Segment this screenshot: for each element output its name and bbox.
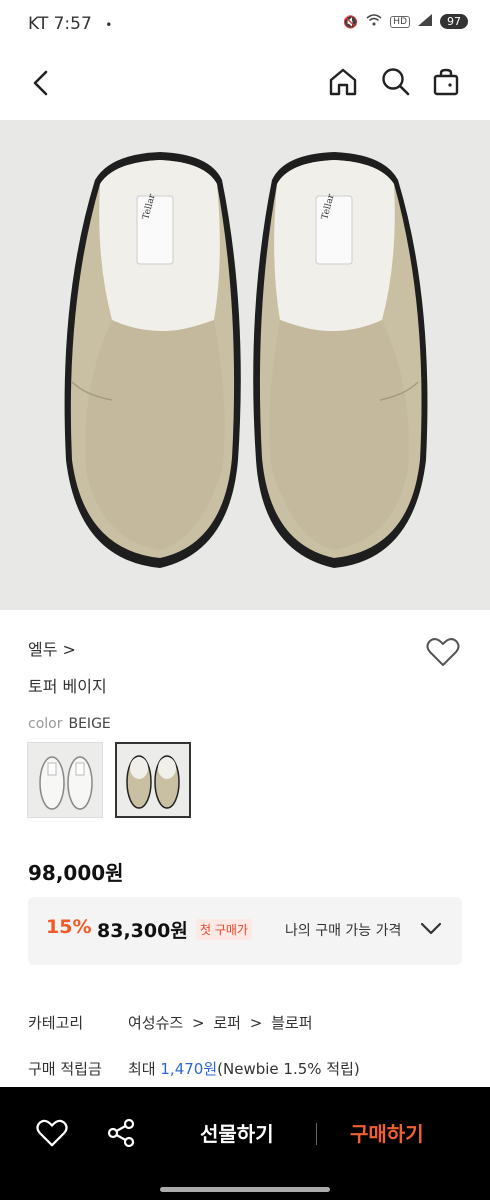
signal-icon xyxy=(418,14,432,29)
category-label: 카테고리 xyxy=(28,1014,84,1032)
discount-rate: 15% xyxy=(46,916,92,938)
product-image[interactable]: Tellar Tellar xyxy=(0,120,490,610)
right-shoe: Tellar xyxy=(253,152,428,568)
search-icon[interactable] xyxy=(380,66,412,102)
home-icon[interactable] xyxy=(327,66,359,102)
category-breadcrumb: 여성슈즈 > 로퍼 > 블로퍼 xyxy=(128,1012,313,1033)
status-bar: KT 7:57 • 🔇 HD 97 xyxy=(0,0,490,52)
system-home-indicator[interactable] xyxy=(160,1187,330,1192)
status-icons: 🔇 HD 97 xyxy=(343,14,468,29)
buy-button[interactable]: 구매하기 xyxy=(350,1118,424,1147)
share-icon[interactable] xyxy=(106,1118,136,1152)
left-shoe: Tellar xyxy=(64,152,241,568)
color-option-label: color BEIGE xyxy=(28,716,111,732)
divider xyxy=(316,1123,317,1145)
category-item[interactable]: 블로퍼 xyxy=(271,1014,312,1032)
selected-color: BEIGE xyxy=(68,716,111,732)
wishlist-heart-icon[interactable] xyxy=(426,636,460,672)
discount-price: 83,300원 xyxy=(97,920,188,942)
hd-badge: HD xyxy=(390,15,410,28)
brand-link[interactable]: 엘두 > xyxy=(28,636,76,660)
category-item[interactable]: 로퍼 xyxy=(213,1014,241,1032)
chevron-down-icon[interactable] xyxy=(420,921,442,941)
shopping-bag-icon[interactable] xyxy=(430,66,462,102)
bottom-action-bar: 선물하기 구매하기 xyxy=(0,1087,490,1200)
shoes-illustration: Tellar Tellar xyxy=(64,152,428,568)
heart-icon[interactable] xyxy=(36,1118,68,1152)
chevron-right-icon: > xyxy=(191,1014,205,1032)
my-price-label: 나의 구매 가능 가격 xyxy=(285,923,402,939)
color-swatch-beige[interactable] xyxy=(115,742,191,818)
points-amount: 1,470원 xyxy=(160,1060,218,1078)
discount-price-box[interactable]: 15% 83,300원 첫 구매가 나의 구매 가능 가격 xyxy=(28,897,462,965)
back-arrow-icon[interactable] xyxy=(26,68,56,102)
mute-icon: 🔇 xyxy=(343,14,359,29)
gift-button[interactable]: 선물하기 xyxy=(200,1118,274,1147)
color-swatch-white[interactable] xyxy=(27,742,103,818)
original-price: 98,000원 xyxy=(28,861,124,885)
first-purchase-badge: 첫 구매가 xyxy=(196,919,252,940)
category-item[interactable]: 여성슈즈 xyxy=(128,1014,183,1032)
battery-indicator: 97 xyxy=(440,14,468,29)
points-label: 구매 적립금 xyxy=(28,1060,102,1078)
chevron-right-icon: > xyxy=(249,1014,263,1032)
product-name: 토퍼 베이지 xyxy=(28,677,107,696)
points-value: 최대 1,470원(Newbie 1.5% 적립) xyxy=(128,1060,360,1078)
carrier-time: KT 7:57 • xyxy=(28,14,113,34)
top-navigation xyxy=(0,52,490,118)
wifi-icon xyxy=(366,14,382,29)
